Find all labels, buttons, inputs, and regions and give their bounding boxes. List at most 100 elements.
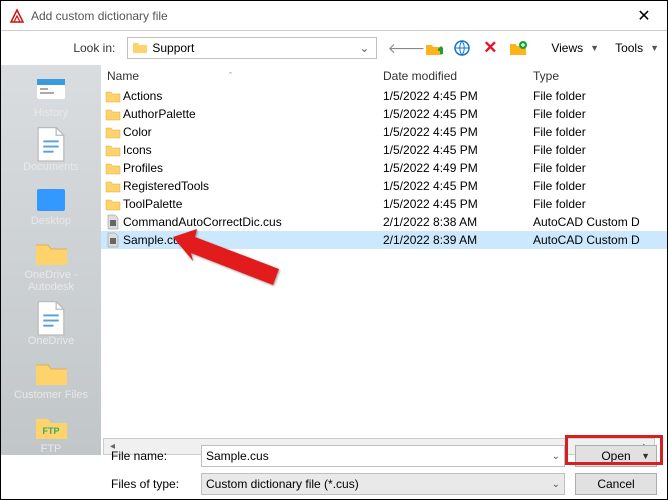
file-row[interactable]: Sample.cus2/1/2022 8:39 AMAutoCAD Custom… [101, 231, 667, 249]
chevron-down-icon: ⌄ [356, 40, 372, 56]
file-row[interactable]: RegisteredTools1/5/2022 4:45 PMFile fold… [101, 177, 667, 195]
app-icon [9, 8, 25, 24]
document-icon [33, 129, 69, 159]
file-type: File folder [533, 161, 667, 175]
nav-icons: 🡐 ✕ [397, 39, 527, 57]
places-item-label: OneDrive [28, 335, 74, 347]
delete-button[interactable]: ✕ [481, 39, 499, 57]
desktop-icon [33, 183, 69, 213]
places-item-label: Documents [23, 161, 79, 173]
window-title: Add custom dictionary file [31, 9, 621, 23]
file-type: AutoCAD Custom D [533, 215, 667, 229]
places-item[interactable]: Documents [6, 127, 96, 177]
folder-icon [132, 40, 148, 56]
file-row[interactable]: Profiles1/5/2022 4:49 PMFile folder [101, 159, 667, 177]
file-icon [105, 214, 121, 230]
file-row[interactable]: Actions1/5/2022 4:45 PMFile folder [101, 87, 667, 105]
places-item[interactable]: History [6, 73, 96, 123]
folder-icon [105, 124, 121, 140]
sort-asc-icon: ˆ [229, 71, 232, 81]
folder-icon [105, 88, 121, 104]
col-name[interactable]: Name [107, 69, 139, 83]
file-type: File folder [533, 143, 667, 157]
file-date: 2/1/2022 8:39 AM [383, 233, 533, 247]
document-icon [33, 303, 69, 333]
tools-button[interactable]: Tools▼ [615, 41, 659, 55]
places-item[interactable]: Customer Files [6, 355, 96, 405]
folder-icon [105, 106, 121, 122]
file-name: Sample.cus [123, 233, 383, 247]
places-item-label: Desktop [31, 215, 71, 227]
places-item[interactable]: OneDrive - Autodesk [6, 235, 96, 297]
folder-icon [105, 160, 121, 176]
folder-icon [105, 196, 121, 212]
file-date: 1/5/2022 4:49 PM [383, 161, 533, 175]
filetype-label: Files of type: [111, 477, 201, 491]
places-item[interactable]: OneDrive [6, 301, 96, 351]
file-type: File folder [533, 179, 667, 193]
open-button[interactable]: Open▼ [575, 445, 657, 467]
chevron-down-icon: ⌄ [552, 451, 560, 462]
up-one-level-button[interactable] [425, 39, 443, 57]
file-date: 2/1/2022 8:38 AM [383, 215, 533, 229]
file-row[interactable]: ToolPalette1/5/2022 4:45 PMFile folder [101, 195, 667, 213]
places-item-label: OneDrive - Autodesk [6, 269, 96, 293]
file-name: Color [123, 125, 383, 139]
back-button[interactable]: 🡐 [397, 39, 415, 57]
file-date: 1/5/2022 4:45 PM [383, 89, 533, 103]
lookin-combo[interactable]: Support ⌄ [127, 37, 377, 59]
col-type[interactable]: Type [533, 69, 667, 83]
lookin-value: Support [152, 41, 194, 55]
file-type: File folder [533, 125, 667, 139]
col-date[interactable]: Date modified [383, 69, 533, 83]
search-web-button[interactable] [453, 39, 471, 57]
filetype-combo[interactable]: Custom dictionary file (*.cus) ⌄ [201, 473, 565, 495]
places-bar: History Documents Desktop OneDrive - Autode… [1, 65, 101, 455]
filename-input[interactable]: Sample.cus ⌄ [201, 445, 565, 467]
columns-header[interactable]: Name ˆ Date modified Type [101, 65, 667, 87]
file-type: File folder [533, 107, 667, 121]
file-row[interactable]: AuthorPalette1/5/2022 4:45 PMFile folder [101, 105, 667, 123]
file-row[interactable]: CommandAutoCorrectDic.cus2/1/2022 8:38 A… [101, 213, 667, 231]
file-date: 1/5/2022 4:45 PM [383, 125, 533, 139]
history-icon [33, 75, 69, 105]
folder-icon [105, 178, 121, 194]
file-icon [105, 232, 121, 248]
bottom-panel: File name: Sample.cus ⌄ Open▼ Files of t… [1, 436, 667, 499]
folder-icon [33, 357, 69, 387]
filename-label: File name: [111, 449, 201, 463]
places-item-label: History [34, 107, 68, 119]
folder-icon [33, 237, 69, 267]
file-name: ToolPalette [123, 197, 383, 211]
file-type: File folder [533, 197, 667, 211]
filename-value: Sample.cus [206, 449, 269, 463]
chevron-down-icon: ⌄ [552, 479, 560, 490]
main-area: History Documents Desktop OneDrive - Autode… [1, 65, 667, 455]
file-row[interactable]: Color1/5/2022 4:45 PMFile folder [101, 123, 667, 141]
file-name: Profiles [123, 161, 383, 175]
lookin-row: Look in: Support ⌄ 🡐 ✕ Views▼ Tools▼ [1, 31, 667, 65]
lookin-label: Look in: [9, 41, 121, 55]
places-item[interactable]: Desktop [6, 181, 96, 231]
filetype-value: Custom dictionary file (*.cus) [206, 477, 359, 491]
file-name: AuthorPalette [123, 107, 383, 121]
cancel-button[interactable]: Cancel [575, 473, 657, 495]
svg-text:FTP: FTP [43, 426, 60, 436]
file-name: Actions [123, 89, 383, 103]
places-item-label: Customer Files [14, 389, 88, 401]
file-date: 1/5/2022 4:45 PM [383, 197, 533, 211]
file-date: 1/5/2022 4:45 PM [383, 143, 533, 157]
file-type: AutoCAD Custom D [533, 233, 667, 247]
file-type: File folder [533, 89, 667, 103]
file-list[interactable]: Actions1/5/2022 4:45 PMFile folderAuthor… [101, 87, 667, 436]
close-button[interactable]: ✕ [621, 1, 667, 31]
file-name: RegisteredTools [123, 179, 383, 193]
file-list-pane: Nameˆ Date modified Type Actions1/5/2022… [101, 65, 667, 455]
new-folder-button[interactable] [509, 39, 527, 57]
file-date: 1/5/2022 4:45 PM [383, 107, 533, 121]
folder-icon [105, 142, 121, 158]
file-name: CommandAutoCorrectDic.cus [123, 215, 383, 229]
file-name: Icons [123, 143, 383, 157]
views-button[interactable]: Views▼ [551, 41, 599, 55]
file-row[interactable]: Icons1/5/2022 4:45 PMFile folder [101, 141, 667, 159]
